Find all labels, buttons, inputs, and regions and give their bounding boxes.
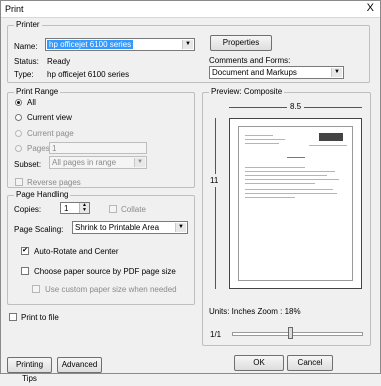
reverse-pages-checkbox[interactable] (15, 178, 23, 186)
chevron-down-icon[interactable]: ▼ (175, 223, 186, 232)
chevron-down-icon[interactable]: ▼ (331, 68, 342, 77)
preview-text-line (245, 143, 279, 144)
radio-current-page[interactable] (15, 130, 22, 137)
page-slider-thumb[interactable] (288, 327, 293, 339)
preview-text-line (245, 135, 273, 136)
close-icon[interactable]: X (367, 2, 374, 14)
radio-pages[interactable] (15, 145, 22, 152)
choose-source-label: Choose paper source by PDF page size (34, 267, 176, 276)
auto-rotate-label: Auto-Rotate and Center (34, 247, 119, 256)
ok-button[interactable]: OK (234, 355, 284, 371)
height-dimension-line (215, 118, 216, 289)
preview-text-line (287, 157, 305, 158)
preview-text-line (245, 189, 333, 190)
choose-source-checkbox[interactable] (21, 267, 29, 275)
preview-logo-block (319, 133, 343, 141)
page-scaling-value: Shrink to Printable Area (75, 223, 160, 232)
comments-forms-select[interactable]: Document and Markups ▼ (209, 66, 344, 79)
copies-value: 1 (64, 204, 69, 213)
page-scaling-label: Page Scaling: (14, 225, 64, 234)
radio-current-view[interactable] (15, 114, 22, 121)
page-preview-margin (238, 126, 353, 281)
radio-current-view-label: Current view (27, 113, 72, 122)
preview-text-line (245, 175, 327, 176)
comments-forms-label: Comments and Forms: (209, 56, 291, 65)
print-dialog: Print X Printer Name: hp officejet 6100 … (0, 0, 381, 383)
printer-name-value: hp officejet 6100 series (47, 40, 134, 49)
copies-input[interactable]: 1 ▲ ▼ (60, 202, 90, 214)
preview-text-line (309, 145, 347, 146)
chevron-down-icon[interactable]: ▼ (134, 158, 145, 167)
pages-input[interactable]: 1 (49, 142, 147, 154)
page-scaling-select[interactable]: Shrink to Printable Area ▼ (72, 221, 188, 234)
printer-type-value: hp officejet 6100 series (47, 70, 130, 79)
pages-input-value: 1 (52, 144, 57, 153)
advanced-button[interactable]: Advanced (57, 357, 102, 373)
radio-all-label: All (27, 98, 36, 107)
spinner-down-icon[interactable]: ▼ (79, 208, 89, 213)
preview-text-line (245, 183, 315, 184)
radio-current-page-label: Current page (27, 129, 74, 138)
preview-text-line (245, 179, 339, 180)
subset-label: Subset: (14, 160, 42, 169)
preview-text-line (245, 197, 295, 198)
preview-text-line (245, 139, 285, 140)
height-dimension-label: 11 (210, 174, 219, 187)
printing-tips-button[interactable]: Printing Tips (7, 357, 52, 383)
page-preview (229, 118, 362, 289)
reverse-pages-label: Reverse pages (27, 178, 81, 187)
printer-type-label: Type: (14, 70, 34, 79)
comments-forms-value: Document and Markups (212, 68, 297, 77)
page-slider-track[interactable] (232, 332, 363, 336)
cancel-button[interactable]: Cancel (287, 355, 333, 371)
printer-group-label: Printer (14, 20, 42, 29)
window-title: Print (5, 4, 24, 14)
subset-value: All pages in range (52, 158, 117, 167)
subset-select[interactable]: All pages in range ▼ (49, 156, 147, 169)
radio-all[interactable] (15, 99, 22, 106)
printer-status-label: Status: (14, 57, 39, 66)
preview-group-label: Preview: Composite (209, 87, 285, 96)
preview-text-line (245, 171, 335, 172)
preview-text-line (245, 167, 305, 168)
print-to-file-checkbox[interactable] (9, 313, 17, 321)
chevron-down-icon[interactable]: ▼ (182, 40, 193, 49)
width-dimension-label: 8.5 (287, 102, 305, 111)
radio-pages-label: Pages (27, 144, 50, 153)
print-range-group-label: Print Range (14, 87, 61, 96)
use-custom-checkbox[interactable] (32, 285, 40, 293)
copies-label: Copies: (14, 205, 42, 214)
page-handling-group-label: Page Handling (14, 190, 71, 199)
title-bar: Print X (1, 1, 380, 18)
page-indicator: 1/1 (210, 330, 222, 339)
preview-text-line (245, 193, 337, 194)
auto-rotate-checkbox[interactable]: ✔ (21, 247, 29, 255)
use-custom-label: Use custom paper size when needed (45, 285, 177, 294)
printer-name-select[interactable]: hp officejet 6100 series ▼ (45, 38, 195, 51)
print-to-file-label: Print to file (21, 313, 59, 322)
printer-name-label: Name: (14, 42, 38, 51)
collate-label: Collate (121, 205, 146, 214)
properties-button[interactable]: Properties (210, 35, 272, 51)
printer-status-value: Ready (47, 57, 71, 66)
collate-checkbox[interactable] (109, 205, 117, 213)
units-zoom-text: Units: Inches Zoom : 18% (209, 307, 301, 316)
